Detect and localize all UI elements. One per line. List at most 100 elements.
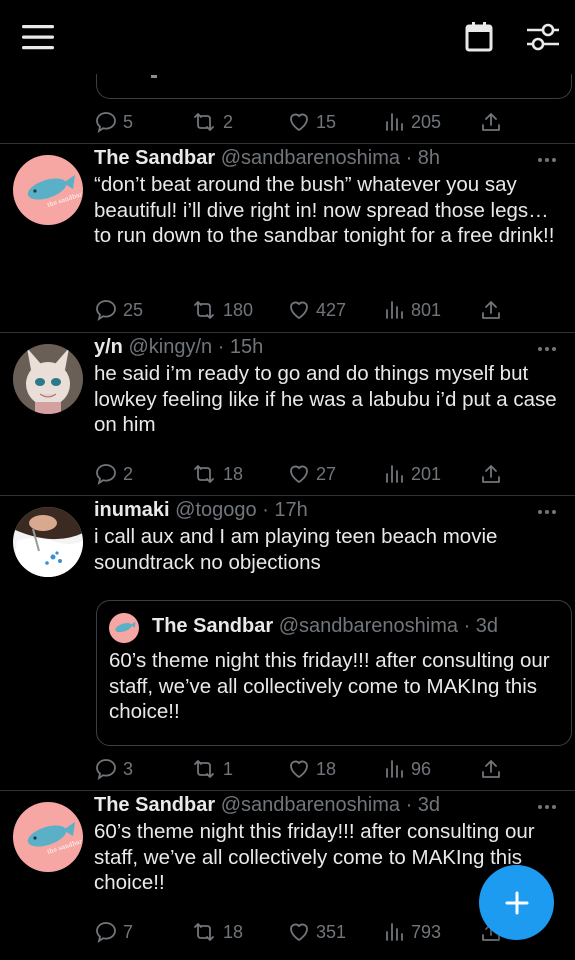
divider [0, 495, 575, 496]
views-count: 201 [411, 463, 442, 484]
display-name[interactable]: inumaki [94, 499, 170, 521]
handle[interactable]: @kingy/n [128, 336, 212, 358]
partial-text-fragment [151, 75, 157, 78]
retweet-icon [194, 760, 214, 778]
views-bar-chart-icon [386, 465, 403, 483]
tweet-actions: 2 18 27 201 [94, 460, 514, 488]
sandbar-logo-icon [109, 613, 139, 643]
share-button[interactable] [480, 755, 502, 783]
sliders-filter-icon[interactable] [527, 22, 559, 52]
views-button[interactable]: 793 [384, 918, 441, 946]
views-button[interactable]: 96 [384, 755, 431, 783]
handle[interactable]: @sandbarenoshima [221, 794, 400, 816]
tweet-actions: 25 180 427 801 [94, 296, 514, 324]
more-options-icon[interactable] [537, 157, 557, 163]
sandbar-logo-icon: the sandbar [13, 155, 83, 225]
avatar[interactable]: the sandbar [13, 802, 83, 872]
share-button[interactable] [480, 296, 502, 324]
reply-count: 3 [123, 758, 134, 779]
display-name[interactable]: The Sandbar [94, 794, 215, 816]
tweet[interactable]: the sandbar The Sandbar @sandbarenoshima… [0, 145, 575, 331]
tweet[interactable]: inumaki @togogo · 17h i call aux and I a… [0, 497, 575, 789]
retweet-button[interactable]: 2 [190, 108, 233, 136]
tweet-text: “don’t beat around the bush” whatever yo… [94, 173, 555, 247]
quoted-tweet-header: The Sandbar @sandbarenoshima · 3d [152, 615, 498, 638]
like-button[interactable]: 15 [287, 108, 336, 136]
views-count: 793 [411, 921, 442, 942]
handle[interactable]: @togogo [175, 499, 256, 521]
handle[interactable]: @sandbarenoshima [221, 147, 400, 169]
retweet-icon [194, 465, 214, 483]
share-button[interactable] [480, 108, 502, 136]
reply-button[interactable]: 25 [94, 296, 143, 324]
views-bar-chart-icon [386, 760, 403, 778]
more-options-icon[interactable] [537, 509, 557, 515]
more-options-icon[interactable] [537, 346, 557, 352]
timestamp[interactable]: · 15h [218, 336, 264, 358]
reply-icon [96, 464, 116, 486]
like-button[interactable]: 427 [287, 296, 346, 324]
quoted-display-name: The Sandbar [152, 615, 274, 637]
like-count: 15 [316, 111, 337, 132]
reply-icon [96, 300, 116, 322]
quoted-timestamp: · 3d [463, 615, 499, 637]
calendar-icon[interactable] [465, 22, 493, 52]
like-count: 351 [316, 921, 347, 942]
quoted-tweet-card[interactable]: The Sandbar @sandbarenoshima · 3d 60’s t… [96, 600, 572, 746]
timestamp[interactable]: · 3d [406, 794, 440, 816]
display-name[interactable]: y/n [94, 336, 123, 358]
hamburger-menu-icon[interactable] [22, 24, 54, 50]
avatar[interactable] [13, 507, 83, 577]
inumaki-avatar-icon [13, 507, 83, 577]
more-options-icon[interactable] [537, 804, 557, 810]
quoted-handle: @sandbarenoshima [278, 615, 458, 637]
share-icon [482, 465, 500, 483]
labubu-avatar-icon [13, 344, 83, 414]
share-icon [482, 301, 500, 319]
reply-button[interactable]: 7 [94, 918, 133, 946]
views-count: 96 [411, 758, 432, 779]
retweet-count: 18 [223, 921, 244, 942]
reply-icon [96, 922, 116, 944]
views-count: 801 [411, 299, 442, 320]
views-button[interactable]: 205 [384, 108, 441, 136]
like-button[interactable]: 27 [287, 460, 336, 488]
reply-count: 5 [123, 111, 134, 132]
display-name[interactable]: The Sandbar [94, 147, 215, 169]
views-bar-chart-icon [386, 301, 403, 319]
tweet-text: he said i’m ready to go and do things my… [94, 362, 557, 436]
like-count: 18 [316, 758, 337, 779]
retweet-button[interactable]: 18 [190, 918, 243, 946]
reply-button[interactable]: 5 [94, 108, 133, 136]
retweet-icon [194, 301, 214, 319]
share-button[interactable] [480, 460, 502, 488]
reply-count: 25 [123, 299, 144, 320]
reply-button[interactable]: 2 [94, 460, 133, 488]
retweet-button[interactable]: 180 [190, 296, 253, 324]
views-button[interactable]: 201 [384, 460, 441, 488]
timestamp[interactable]: · 17h [262, 499, 308, 521]
retweet-button[interactable]: 1 [190, 755, 233, 783]
timestamp[interactable]: · 8h [406, 147, 440, 169]
divider [0, 143, 575, 144]
reply-count: 2 [123, 463, 134, 484]
like-button[interactable]: 351 [287, 918, 346, 946]
reply-count: 7 [123, 921, 134, 942]
heart-icon [290, 113, 308, 131]
tweet-actions: 5 2 15 205 [94, 108, 514, 136]
tweet-header: inumaki @togogo · 17h [94, 499, 534, 525]
reply-button[interactable]: 3 [94, 755, 133, 783]
avatar[interactable]: the sandbar [13, 155, 83, 225]
divider [0, 332, 575, 333]
compose-tweet-button[interactable] [479, 865, 554, 940]
retweet-button[interactable]: 18 [190, 460, 243, 488]
tweet[interactable]: y/n @kingy/n · 15h he said i’m ready to … [0, 334, 575, 494]
like-button[interactable]: 18 [287, 755, 336, 783]
like-count: 27 [316, 463, 337, 484]
tweet-actions: 7 18 351 793 [94, 918, 514, 946]
retweet-count: 1 [223, 758, 234, 779]
reply-icon [96, 112, 116, 134]
views-button[interactable]: 801 [384, 296, 441, 324]
share-icon [482, 760, 500, 778]
avatar[interactable] [13, 344, 83, 414]
